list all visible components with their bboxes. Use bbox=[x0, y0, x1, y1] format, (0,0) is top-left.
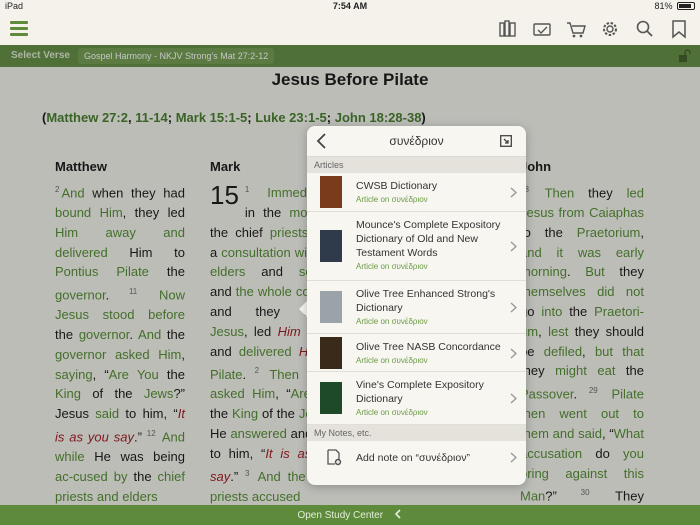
chevron-left-icon[interactable] bbox=[393, 509, 403, 519]
add-note-item[interactable]: Add note on “συνέδριον” bbox=[307, 441, 526, 474]
article-subtitle: Article on συνέδριον bbox=[356, 356, 428, 365]
article-title: Olive Tree Enhanced Strong's Dictionary bbox=[356, 288, 496, 314]
book-cover bbox=[320, 382, 342, 414]
article-item[interactable]: Olive Tree NASB Concordance Article on σ… bbox=[307, 334, 526, 372]
article-title: Mounce's Complete Expository Dictionary … bbox=[356, 219, 501, 259]
chevron-right-icon bbox=[510, 452, 517, 463]
open-study-center-label[interactable]: Open Study Center bbox=[297, 510, 383, 521]
cart-icon[interactable] bbox=[565, 18, 587, 40]
battery-icon bbox=[677, 2, 695, 10]
chevron-right-icon bbox=[510, 187, 517, 198]
expand-icon[interactable] bbox=[500, 135, 512, 147]
sync-icon[interactable] bbox=[531, 18, 553, 40]
chevron-right-icon bbox=[510, 302, 517, 313]
article-subtitle: Article on συνέδριον bbox=[356, 195, 428, 204]
article-title: Vine's Complete Expository Dictionary bbox=[356, 379, 484, 405]
study-center-bar[interactable]: Open Study Center bbox=[0, 505, 700, 525]
add-note-icon bbox=[327, 449, 342, 466]
status-bar: iPad 7:54 AM 81% bbox=[0, 0, 700, 13]
popover-header: συνέδριον bbox=[307, 126, 526, 157]
book-cover bbox=[320, 291, 342, 323]
article-item[interactable]: Olive Tree Enhanced Strong's Dictionary … bbox=[307, 281, 526, 334]
book-cover bbox=[320, 176, 342, 208]
top-toolbar bbox=[0, 13, 700, 45]
search-icon[interactable] bbox=[634, 18, 656, 40]
clock: 7:54 AM bbox=[332, 1, 368, 11]
battery-percent: 81% bbox=[654, 1, 673, 11]
section-header-notes: My Notes, etc. bbox=[307, 425, 526, 441]
book-cover bbox=[320, 337, 342, 369]
chevron-right-icon bbox=[510, 241, 517, 252]
word-lookup-popover: συνέδριον Articles CWSB Dictionary Artic… bbox=[307, 126, 526, 485]
chevron-right-icon bbox=[510, 393, 517, 404]
book-cover bbox=[320, 230, 342, 262]
article-title: Olive Tree NASB Concordance bbox=[356, 341, 501, 353]
article-subtitle: Article on συνέδριον bbox=[356, 262, 428, 271]
library-icon[interactable] bbox=[497, 18, 519, 40]
article-title: CWSB Dictionary bbox=[356, 180, 438, 192]
bookmark-icon[interactable] bbox=[668, 18, 690, 40]
article-item[interactable]: Vine's Complete Expository Dictionary Ar… bbox=[307, 372, 526, 425]
gear-icon[interactable] bbox=[599, 18, 621, 40]
chevron-right-icon bbox=[510, 348, 517, 359]
article-subtitle: Article on συνέδριον bbox=[356, 408, 428, 417]
article-subtitle: Article on συνέδριον bbox=[356, 317, 428, 326]
menu-icon[interactable] bbox=[8, 18, 30, 40]
add-note-label: Add note on “συνέδριον” bbox=[356, 452, 470, 464]
section-header-articles: Articles bbox=[307, 157, 526, 173]
article-item[interactable]: CWSB Dictionary Article on συνέδριον bbox=[307, 173, 526, 212]
battery-status: 81% bbox=[654, 1, 695, 11]
popover-title: συνέδριον bbox=[389, 134, 444, 148]
article-item[interactable]: Mounce's Complete Expository Dictionary … bbox=[307, 212, 526, 281]
